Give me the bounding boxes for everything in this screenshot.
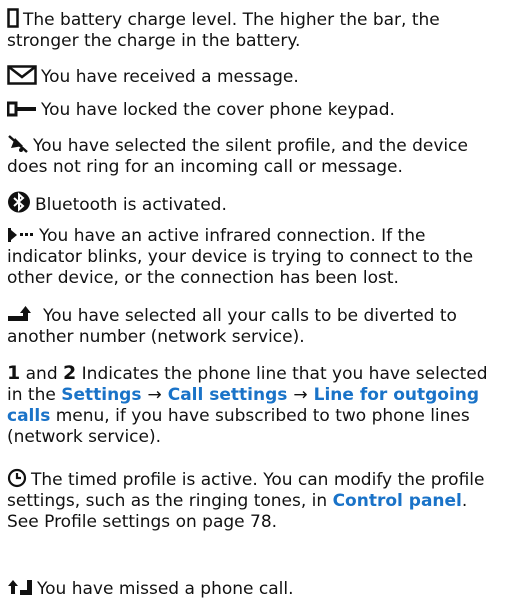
entry-text: You have missed a phone call. xyxy=(37,579,294,599)
entry-text: You have locked the cover phone keypad. xyxy=(41,100,395,120)
missed-call-icon xyxy=(7,579,33,597)
entry-text: You have selected all your calls to be d… xyxy=(7,306,457,347)
entry-text: menu, if you have subscribed to two phon… xyxy=(7,406,470,447)
entry-text: You have selected the silent profile, an… xyxy=(7,136,468,177)
call-divert-arrow-icon xyxy=(7,306,39,324)
entry-call-divert: You have selected all your calls to be d… xyxy=(7,306,501,348)
entry-text: Bluetooth is activated. xyxy=(35,195,227,215)
entry-bluetooth: Bluetooth is activated. xyxy=(7,191,501,216)
menu-arrow-icon: → xyxy=(147,385,162,405)
entry-keylock: You have locked the cover phone keypad. xyxy=(7,100,501,121)
key-icon xyxy=(7,100,37,118)
clock-icon xyxy=(7,468,27,488)
document-page: The battery charge level. The higher the… xyxy=(0,0,508,604)
message-envelope-icon xyxy=(7,65,37,85)
entry-timed-profile: The timed profile is active. You can mod… xyxy=(7,468,501,533)
entry-missed-call: You have missed a phone call. xyxy=(7,579,501,600)
infrared-icon xyxy=(7,226,35,244)
entry-text: The battery charge level. The higher the… xyxy=(7,10,440,51)
battery-level-icon xyxy=(7,8,19,28)
entry-silent: You have selected the silent profile, an… xyxy=(7,134,501,178)
and-text: and xyxy=(25,364,58,384)
entry-text: You have an active infrared connection. … xyxy=(7,226,474,288)
entry-message: You have received a message. xyxy=(7,65,501,88)
call-settings-link[interactable]: Call settings xyxy=(168,385,288,405)
bluetooth-icon xyxy=(7,191,31,213)
silent-bell-icon xyxy=(7,134,29,154)
settings-link[interactable]: Settings xyxy=(61,385,141,405)
menu-arrow-icon: → xyxy=(293,385,308,405)
entry-phone-line: 1 and 2 Indicates the phone line that yo… xyxy=(7,363,501,448)
entry-text: You have received a message. xyxy=(41,67,299,87)
line-number-icon: 1 xyxy=(7,362,21,384)
entry-battery: The battery charge level. The higher the… xyxy=(7,8,501,52)
control-panel-link[interactable]: Control panel xyxy=(333,491,462,511)
entry-infrared: You have an active infrared connection. … xyxy=(7,226,501,289)
line-number-icon: 2 xyxy=(63,362,77,384)
